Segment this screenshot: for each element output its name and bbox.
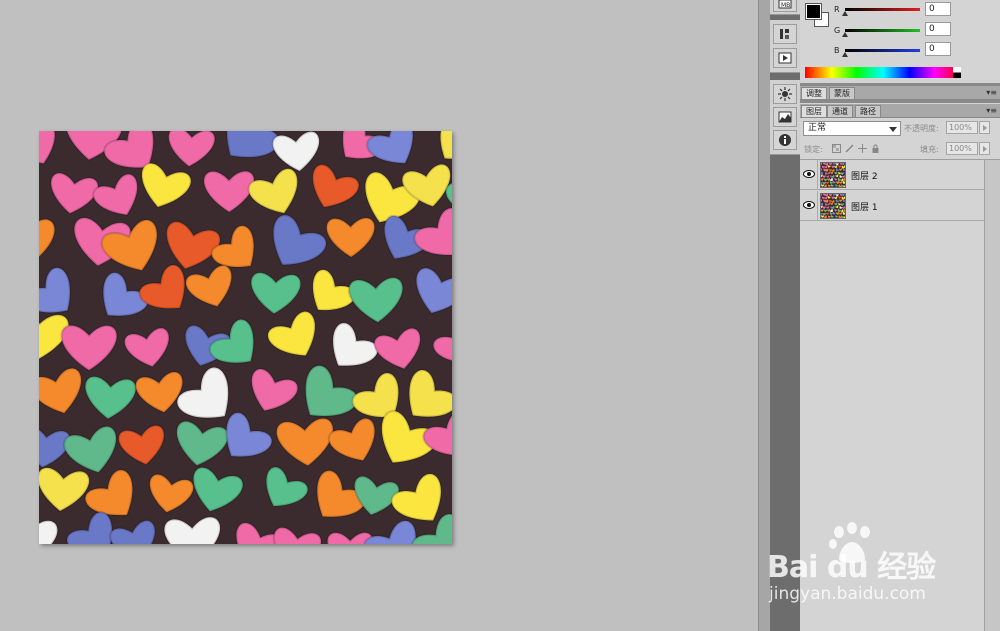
layer-thumbnail [820, 193, 846, 219]
foreground-color-swatch[interactable] [805, 3, 822, 20]
color-panel: R 0 G 0 B 0 [800, 0, 1000, 84]
canvas-area[interactable] [0, 0, 758, 631]
layer-thumbnail [820, 162, 846, 188]
right-panels: R 0 G 0 B 0 调整 蒙版 ▾≡ 图层 通道 路径 ▾≡ 正常 不透明度… [800, 0, 1000, 631]
tab-masks[interactable]: 蒙版 [829, 87, 855, 99]
eye-visibility-icon[interactable] [803, 200, 815, 210]
layers-scrollbar[interactable] [984, 160, 1000, 631]
red-value-input[interactable]: 0 [925, 2, 951, 16]
adjust-tabbar: 调整 蒙版 ▾≡ [800, 86, 1000, 100]
layer-name[interactable]: 图层 2 [851, 169, 878, 182]
green-slider[interactable] [845, 29, 920, 32]
panel-icon-bar: MB [770, 0, 800, 631]
green-value-input[interactable]: 0 [925, 22, 951, 36]
eye-visibility-icon[interactable] [803, 169, 815, 179]
green-channel-label: G [834, 26, 841, 35]
blue-channel-label: B [834, 46, 840, 55]
candy-hearts-photo [39, 131, 452, 544]
red-channel-label: R [834, 5, 840, 14]
layer-row[interactable]: 图层 2 [800, 160, 984, 190]
lock-transparent-icon[interactable] [832, 144, 841, 153]
red-slider-thumb[interactable] [842, 11, 848, 16]
icon-group-adjust [770, 80, 800, 155]
tab-adjustments[interactable]: 调整 [801, 87, 827, 99]
brush-presets-icon[interactable] [773, 24, 797, 44]
layer-separator [817, 191, 818, 220]
layers-tabbar: 图层 通道 路径 ▾≡ [800, 104, 1000, 118]
blend-mode-select[interactable]: 正常 [803, 121, 901, 136]
panel-divider-2 [800, 100, 1000, 103]
opacity-input[interactable]: 100% [946, 121, 978, 134]
tab-channels[interactable]: 通道 [827, 105, 853, 117]
blue-value-input[interactable]: 0 [925, 42, 951, 56]
layers-panel: 正常 不透明度: 100% 锁定: 填充: 100% 图层 2 图层 1 [800, 118, 1000, 631]
fill-input[interactable]: 100% [946, 142, 978, 155]
icon-group-top: MB [770, 0, 800, 15]
document-image-candy-hearts[interactable] [39, 131, 452, 544]
lock-label: 锁定: [804, 145, 823, 154]
lock-position-move-icon[interactable] [858, 144, 867, 153]
blue-slider-thumb[interactable] [842, 52, 848, 57]
adjustments-icon[interactable] [773, 84, 797, 104]
red-slider[interactable] [845, 8, 920, 11]
svg-text:MB: MB [781, 2, 790, 9]
info-icon[interactable] [773, 130, 797, 150]
chevron-down-icon [889, 127, 897, 132]
tab-paths[interactable]: 路径 [855, 105, 881, 117]
layer-separator [817, 160, 818, 189]
layers-panel-menu-icon[interactable]: ▾≡ [986, 105, 997, 116]
layer-row[interactable]: 图层 1 [800, 191, 984, 221]
black-white-ramp[interactable] [953, 67, 961, 78]
blue-slider[interactable] [845, 49, 920, 52]
candy-heart [39, 517, 59, 544]
fill-arrow-icon[interactable] [979, 142, 990, 155]
lock-image-brush-icon[interactable] [845, 144, 854, 153]
opacity-label: 不透明度: [904, 124, 939, 133]
panel-menu-icon[interactable]: ▾≡ [986, 87, 997, 98]
play-icon[interactable] [773, 48, 797, 68]
histogram-icon[interactable] [773, 107, 797, 127]
mb-icon[interactable]: MB [773, 0, 797, 12]
green-slider-thumb[interactable] [842, 32, 848, 37]
layer-name[interactable]: 图层 1 [851, 200, 878, 213]
opacity-arrow-icon[interactable] [979, 121, 990, 134]
icon-group-brushes [770, 20, 800, 73]
lock-all-icon[interactable] [871, 144, 880, 153]
fill-label: 填充: [920, 145, 939, 154]
color-spectrum-ramp[interactable] [805, 67, 961, 78]
blend-mode-value: 正常 [808, 123, 827, 133]
tab-layers[interactable]: 图层 [801, 105, 827, 117]
